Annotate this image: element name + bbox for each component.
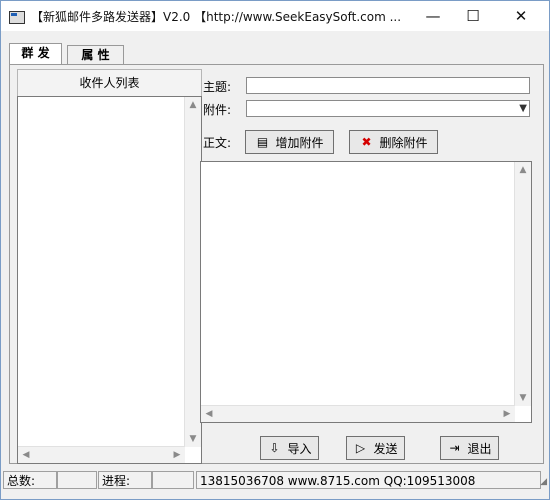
- progress-value: [152, 471, 194, 489]
- minimize-icon: —: [425, 7, 441, 25]
- status-bar: 总数: 进程: 13815036708 www.8715.com QQ:1095…: [1, 469, 549, 493]
- scroll-right-icon[interactable]: ▶: [169, 447, 185, 463]
- window-title: 【新狐邮件多路发送器】V2.0 【http://www.SeekEasySoft…: [31, 10, 402, 24]
- minimize-button[interactable]: —: [413, 1, 453, 31]
- scroll-up-icon[interactable]: ▲: [185, 97, 201, 113]
- add-attachment-label: 增加附件: [275, 135, 324, 150]
- subject-input[interactable]: [246, 77, 530, 94]
- send-label: 发送: [373, 441, 398, 456]
- title-bar[interactable]: 【新狐邮件多路发送器】V2.0 【http://www.SeekEasySoft…: [1, 1, 549, 31]
- attachment-select[interactable]: ▼: [246, 100, 530, 117]
- add-attachment-button[interactable]: ▤ 增加附件: [245, 130, 334, 154]
- send-icon: ▷: [355, 441, 366, 455]
- tab-group-send[interactable]: 群 发: [9, 43, 62, 64]
- scroll-left-icon[interactable]: ◀: [18, 447, 34, 463]
- recipient-list[interactable]: ▲ ▼ ◀ ▶: [17, 96, 202, 464]
- close-button[interactable]: ✕: [496, 1, 546, 31]
- exit-label: 退出: [467, 441, 492, 456]
- exit-icon: ⇥: [449, 441, 460, 455]
- main-window: 【新狐邮件多路发送器】V2.0 【http://www.SeekEasySoft…: [0, 0, 550, 500]
- delete-attachment-label: 删除附件: [379, 135, 428, 150]
- body-scroll-down-icon[interactable]: ▼: [515, 390, 531, 406]
- body-horizontal-scrollbar[interactable]: ◀ ▶: [201, 405, 515, 422]
- tab-pane: 收件人列表 ▲ ▼ ◀ ▶ 主题: 附件: ▼ 正文: ▤ 增加附件 ✖ 删除附…: [9, 64, 544, 464]
- import-button[interactable]: ⇩ 导入: [260, 436, 319, 460]
- resize-grip-icon[interactable]: ◢: [540, 477, 547, 487]
- import-label: 导入: [287, 441, 312, 456]
- maximize-button[interactable]: ☐: [453, 1, 493, 31]
- recipient-horizontal-scrollbar[interactable]: ◀ ▶: [18, 446, 185, 463]
- attachment-label: 附件:: [203, 103, 232, 117]
- message-body[interactable]: ▲ ▼ ◀ ▶: [200, 161, 532, 423]
- body-scroll-right-icon[interactable]: ▶: [499, 406, 515, 422]
- x-icon: ✖: [361, 135, 372, 149]
- subject-label: 主题:: [203, 80, 232, 94]
- send-button[interactable]: ▷ 发送: [346, 436, 405, 460]
- delete-attachment-button[interactable]: ✖ 删除附件: [349, 130, 438, 154]
- contact-info: 13815036708 www.8715.com QQ:109513008: [196, 471, 541, 489]
- progress-label: 进程:: [98, 471, 152, 489]
- body-label: 正文:: [203, 136, 232, 150]
- total-label: 总数:: [3, 471, 57, 489]
- tab-strip: 群 发 属 性: [9, 43, 124, 65]
- exit-button[interactable]: ⇥ 退出: [440, 436, 499, 460]
- import-icon: ⇩: [269, 441, 280, 455]
- chevron-down-icon[interactable]: ▼: [519, 100, 527, 117]
- recipient-vertical-scrollbar[interactable]: ▲ ▼: [184, 97, 201, 447]
- recipients-header: 收件人列表: [17, 69, 202, 97]
- document-icon: ▤: [256, 135, 269, 149]
- tab-properties[interactable]: 属 性: [67, 45, 124, 65]
- total-value: [57, 471, 97, 489]
- body-scroll-left-icon[interactable]: ◀: [201, 406, 217, 422]
- scroll-down-icon[interactable]: ▼: [185, 431, 201, 447]
- app-icon: [9, 11, 25, 24]
- maximize-icon: ☐: [466, 7, 480, 25]
- body-scroll-up-icon[interactable]: ▲: [515, 162, 531, 178]
- close-icon: ✕: [514, 7, 528, 25]
- body-vertical-scrollbar[interactable]: ▲ ▼: [514, 162, 531, 406]
